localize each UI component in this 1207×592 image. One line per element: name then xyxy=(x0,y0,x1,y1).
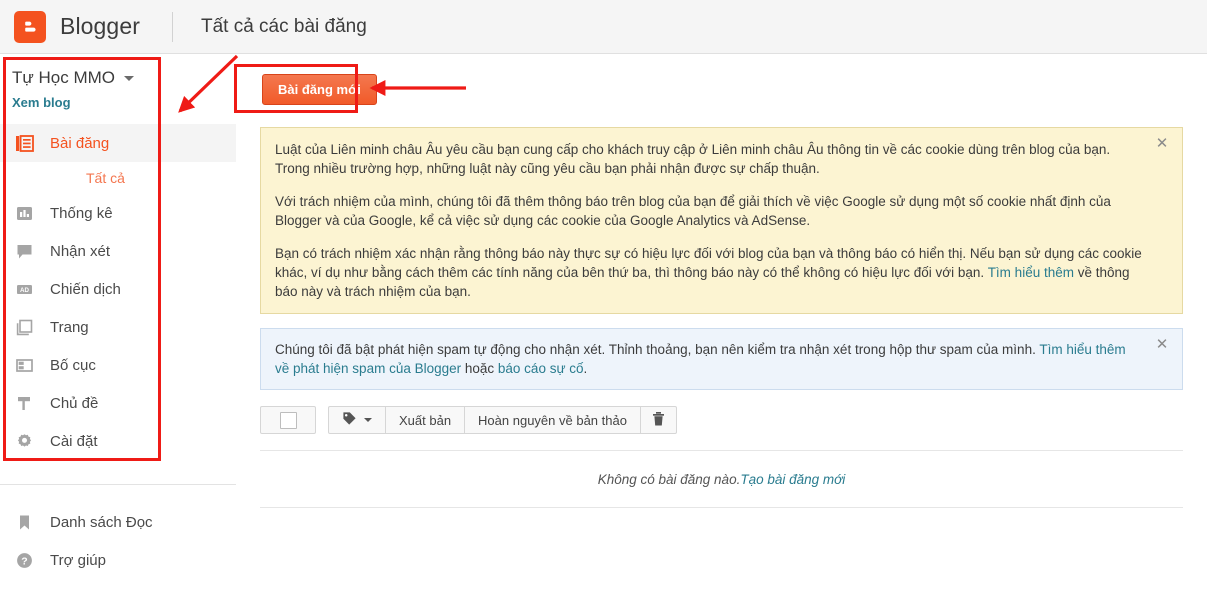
chevron-down-icon xyxy=(364,418,372,422)
sidebar-item-layout[interactable]: Bố cục xyxy=(0,346,236,384)
select-all-wrapper xyxy=(260,406,316,434)
sidebar-subitem-all[interactable]: Tất cả xyxy=(0,162,236,194)
svg-text:?: ? xyxy=(21,555,27,567)
sidebar-item-reading-list[interactable]: Danh sách Đọc xyxy=(0,503,236,541)
sidebar-item-label: Bài đăng xyxy=(50,134,110,152)
spam-notice-text-a: Chúng tôi đã bật phát hiện spam tự động … xyxy=(275,342,1040,357)
delete-button[interactable] xyxy=(641,407,676,433)
sidebar-nav: Bài đăng Tất cả Thống kê Nhận xét AD Chi… xyxy=(0,124,236,460)
bookmark-icon xyxy=(12,510,36,534)
sidebar-item-label: Nhận xét xyxy=(50,242,111,260)
close-icon[interactable]: ✕ xyxy=(1154,136,1170,152)
create-new-post-link[interactable]: Tạo bài đăng mới xyxy=(740,472,845,487)
cookie-notice-paragraph-3: Bạn có trách nhiệm xác nhận rằng thông b… xyxy=(275,244,1142,301)
cookie-learn-more-link[interactable]: Tìm hiểu thêm xyxy=(988,265,1074,280)
new-post-row: Bài đăng mới xyxy=(248,54,1207,105)
empty-state-text: Không có bài đăng nào. xyxy=(597,471,741,487)
tag-icon xyxy=(342,411,357,429)
help-circle-icon: ? xyxy=(12,548,36,572)
brand-name: Blogger xyxy=(60,13,140,39)
blog-name-label: Tự Học MMO xyxy=(12,68,115,87)
chevron-down-icon xyxy=(124,75,134,81)
pages-icon xyxy=(12,315,36,339)
sidebar-item-theme[interactable]: Chủ đề xyxy=(0,384,236,422)
sidebar-item-label: Trang xyxy=(50,318,89,336)
toolbar-actions-group: Xuất bản Hoàn nguyên về bản thảo xyxy=(328,406,677,434)
page-title: Tất cả các bài đăng xyxy=(200,15,367,37)
sidebar-subitem-label: Tất cả xyxy=(86,170,125,186)
ad-campaign-icon: AD xyxy=(12,277,36,301)
cookie-notice-paragraph-1: Luật của Liên minh châu Âu yêu cầu bạn c… xyxy=(275,142,1111,176)
sidebar-item-label: Danh sách Đọc xyxy=(50,513,153,531)
sidebar-item-label: Trợ giúp xyxy=(50,551,106,569)
main-content: Bài đăng mới ✕ Luật của Liên minh châu Â… xyxy=(236,54,1207,592)
spam-notice-text-b: hoặc xyxy=(461,361,498,376)
revert-to-draft-button[interactable]: Hoàn nguyên về bản thảo xyxy=(465,407,641,433)
blog-selector[interactable]: Tự Học MMO xyxy=(0,58,236,88)
svg-text:AD: AD xyxy=(20,286,29,293)
blogger-logo-icon[interactable] xyxy=(14,10,46,43)
body-wrapper: Tự Học MMO Xem blog Bài đăng Tất cả Thốn… xyxy=(0,54,1207,592)
sidebar-item-label: Thống kê xyxy=(50,204,113,222)
sidebar-item-posts[interactable]: Bài đăng xyxy=(0,124,236,162)
sidebar-item-comments[interactable]: Nhận xét xyxy=(0,232,236,270)
sidebar-item-label: Chiến dịch xyxy=(50,280,121,298)
sidebar-item-stats[interactable]: Thống kê xyxy=(0,194,236,232)
cookie-notice: ✕ Luật của Liên minh châu Âu yêu cầu bạn… xyxy=(260,127,1183,314)
sidebar-item-label: Cài đặt xyxy=(50,432,98,450)
posts-toolbar: Xuất bản Hoàn nguyên về bản thảo xyxy=(260,406,1207,434)
sidebar-divider xyxy=(0,484,236,485)
stats-bar-chart-icon xyxy=(12,201,36,225)
spam-notice-text-c: . xyxy=(583,361,588,376)
close-icon[interactable]: ✕ xyxy=(1154,337,1170,353)
theme-flag-icon xyxy=(12,391,36,415)
sidebar: Tự Học MMO Xem blog Bài đăng Tất cả Thốn… xyxy=(0,54,236,592)
sidebar-item-help[interactable]: ? Trợ giúp xyxy=(0,541,236,579)
layout-icon xyxy=(12,353,36,377)
sidebar-item-label: Bố cục xyxy=(50,356,96,374)
cookie-notice-paragraph-2: Với trách nhiệm của mình, chúng tôi đã t… xyxy=(275,194,1111,228)
comment-bubble-icon xyxy=(12,239,36,263)
new-post-button[interactable]: Bài đăng mới xyxy=(262,74,377,105)
empty-state-row: Không có bài đăng nào. Tạo bài đăng mới xyxy=(260,451,1183,508)
label-dropdown-button[interactable] xyxy=(329,407,386,433)
sidebar-item-campaigns[interactable]: AD Chiến dịch xyxy=(0,270,236,308)
gear-icon xyxy=(12,429,36,453)
posts-icon xyxy=(12,131,36,155)
top-bar: Blogger Tất cả các bài đăng xyxy=(0,0,1207,54)
sidebar-item-label: Chủ đề xyxy=(50,394,99,412)
report-issue-link[interactable]: báo cáo sự cố xyxy=(498,361,584,376)
sidebar-item-pages[interactable]: Trang xyxy=(0,308,236,346)
sidebar-item-settings[interactable]: Cài đặt xyxy=(0,422,236,460)
select-all-checkbox[interactable] xyxy=(279,411,297,429)
view-blog-link[interactable]: Xem blog xyxy=(0,88,236,110)
publish-button[interactable]: Xuất bản xyxy=(386,407,466,433)
trash-icon xyxy=(651,411,666,430)
sidebar-bottom-nav: Danh sách Đọc ? Trợ giúp xyxy=(0,503,236,579)
topbar-divider xyxy=(171,11,173,42)
spam-notice: ✕ Chúng tôi đã bật phát hiện spam tự độn… xyxy=(260,328,1183,390)
